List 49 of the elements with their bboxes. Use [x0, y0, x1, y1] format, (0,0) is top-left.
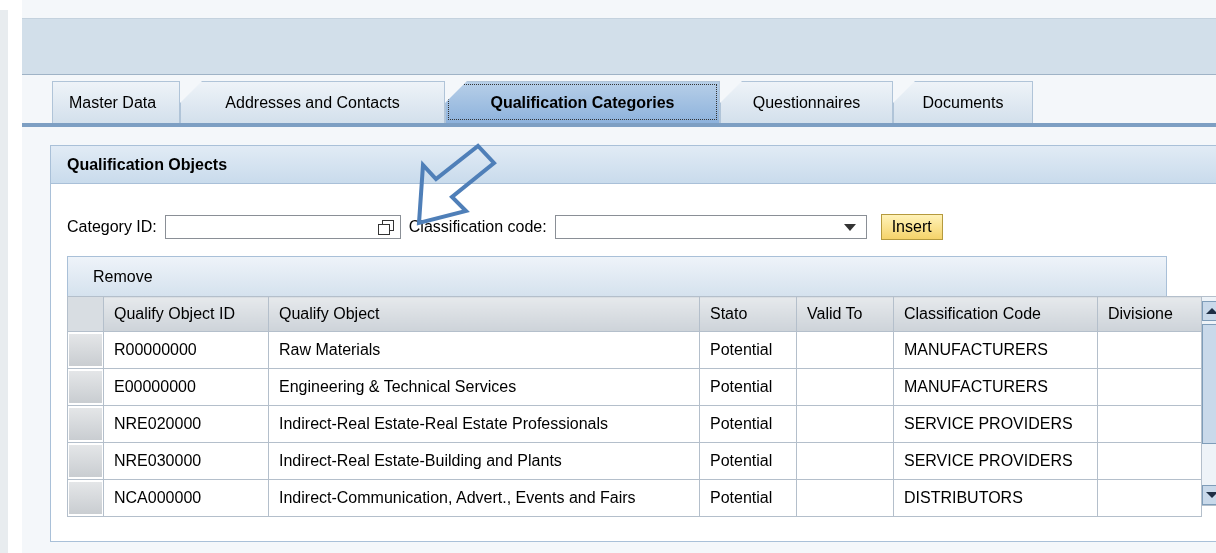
- column-header[interactable]: Stato: [699, 296, 797, 332]
- table-cell: Engineering & Technical Services: [268, 368, 700, 406]
- table-cell: MANUFACTURERS: [893, 331, 1098, 369]
- table-cell: SERVICE PROVIDERS: [893, 442, 1098, 480]
- value-help-icon[interactable]: [377, 219, 394, 235]
- column-header[interactable]: Classification Code: [893, 296, 1098, 332]
- table-cell: NCA000000: [103, 479, 269, 517]
- row-selector[interactable]: [69, 334, 102, 366]
- scroll-down-icon[interactable]: [1202, 485, 1216, 505]
- tab[interactable]: Qualification Categories: [445, 81, 720, 123]
- tab[interactable]: Master Data: [52, 81, 180, 123]
- field-label: Category ID:: [67, 218, 157, 236]
- scroll-up-icon[interactable]: [1202, 301, 1216, 321]
- table-cell: Indirect-Real Estate-Building and Plants: [268, 442, 700, 480]
- row-selector[interactable]: [69, 445, 102, 477]
- tab[interactable]: Questionnaires: [720, 81, 893, 123]
- column-header[interactable]: Qualify Object ID: [103, 296, 269, 332]
- table-cell: Indirect-Real Estate-Real Estate Professionals: [268, 405, 700, 443]
- table-cell: Potential: [699, 442, 797, 480]
- scroll-thumb[interactable]: [1202, 324, 1216, 444]
- category-id-field[interactable]: [164, 215, 401, 239]
- table-cell: R00000000: [103, 331, 269, 369]
- table-cell: Potential: [699, 479, 797, 517]
- row-selector[interactable]: [69, 408, 102, 440]
- table-cell: Potential: [699, 331, 797, 369]
- column-header[interactable]: Valid To: [796, 296, 894, 332]
- panel-title: Qualification Objects: [51, 146, 1216, 184]
- table-cell: Raw Materials: [268, 331, 700, 369]
- select-all-cell[interactable]: [67, 296, 104, 332]
- dropdown-caret-icon: [843, 223, 856, 231]
- tab[interactable]: Addresses and Contacts: [180, 81, 445, 123]
- insert-button[interactable]: Insert: [880, 214, 943, 240]
- table-cell: NRE020000: [103, 405, 269, 443]
- field-label: Classification code:: [408, 218, 547, 236]
- table-cell: NRE030000: [103, 442, 269, 480]
- column-header[interactable]: Divisione: [1097, 296, 1202, 332]
- table-cell: Potential: [699, 405, 797, 443]
- column-header[interactable]: Qualify Object: [268, 296, 700, 332]
- classification-code-dropdown[interactable]: [554, 215, 867, 239]
- row-selector[interactable]: [69, 482, 102, 514]
- table-cell: MANUFACTURERS: [893, 368, 1098, 406]
- table-cell: Potential: [699, 368, 797, 406]
- table-cell: DISTRIBUTORS: [893, 479, 1098, 517]
- tab[interactable]: Documents: [893, 81, 1033, 123]
- table-cell: SERVICE PROVIDERS: [893, 405, 1098, 443]
- table-cell: Indirect-Communication, Advert., Events and Fairs: [268, 479, 700, 517]
- row-selector[interactable]: [69, 371, 102, 403]
- remove-button[interactable]: Remove: [68, 267, 153, 286]
- table-cell: E00000000: [103, 368, 269, 406]
